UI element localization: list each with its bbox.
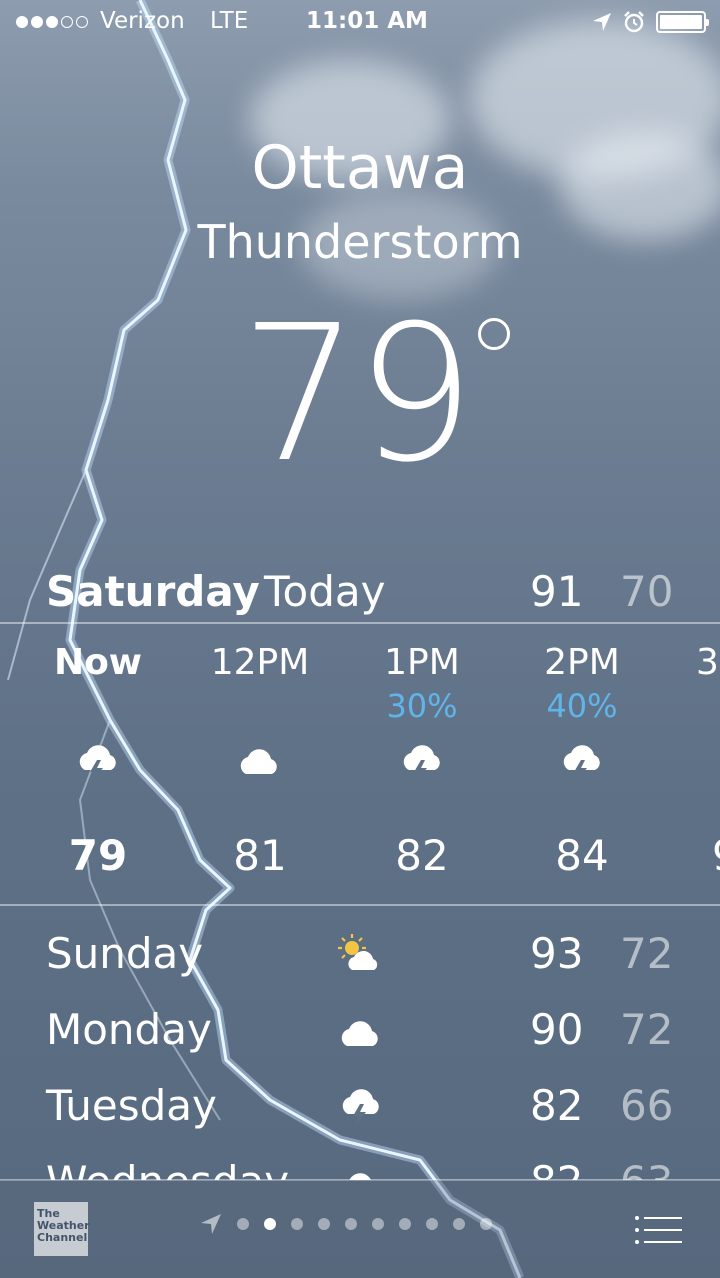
hour-column: Now 79 xyxy=(18,640,178,890)
clock: 11:01 AM xyxy=(306,8,428,34)
page-dot xyxy=(480,1218,492,1230)
daily-day: Tuesday xyxy=(46,1081,217,1130)
daily-low: 72 xyxy=(620,930,674,978)
daily-row: Tuesday 82 66 xyxy=(0,1068,720,1144)
divider xyxy=(0,622,720,624)
hour-label: Now xyxy=(53,642,143,683)
signal-dot xyxy=(61,16,73,28)
today-summary-row[interactable]: Saturday Today 91 70 xyxy=(0,562,720,622)
daily-low: 63 xyxy=(620,1144,673,1180)
page-dot xyxy=(318,1218,330,1230)
daily-high: 93 xyxy=(530,930,584,978)
hour-temp: 81 xyxy=(233,831,287,880)
page-dot xyxy=(453,1218,465,1230)
weather-condition: Thunderstorm xyxy=(197,215,523,269)
signal-dot xyxy=(76,16,88,28)
list-icon[interactable] xyxy=(634,1214,684,1246)
cloud-icon xyxy=(349,1173,371,1180)
today-day-name: Saturday xyxy=(46,567,260,616)
hour-precip: 30% xyxy=(386,687,458,725)
daily-high: 90 xyxy=(530,1005,584,1054)
hour-temp: 79 xyxy=(68,831,128,880)
divider xyxy=(0,904,720,906)
degree-symbol xyxy=(478,318,510,350)
bottom-toolbar: The Weather Channel xyxy=(0,1180,720,1278)
daily-low: 66 xyxy=(620,1081,674,1130)
partly-sunny-icon xyxy=(338,934,378,970)
daily-row: Sunday 93 72 xyxy=(0,930,720,992)
status-bar: Verizon LTE 11:01 AM xyxy=(0,0,720,44)
signal-dot xyxy=(31,16,43,28)
hour-column: 2PM 40% 84 xyxy=(502,640,662,890)
hour-temp: 9 xyxy=(712,830,720,882)
daily-row: Monday 90 72 xyxy=(0,992,720,1068)
daily-day: Monday xyxy=(46,1005,212,1054)
city-name: Ottawa xyxy=(251,133,469,203)
signal-strength-icon xyxy=(16,16,88,28)
cloud-icon xyxy=(240,749,277,774)
page-dot-active xyxy=(264,1218,276,1230)
carrier-name: Verizon xyxy=(100,8,185,34)
daily-day: Wednesday xyxy=(46,1144,289,1180)
hour-column: 3PM 9 xyxy=(664,640,720,890)
hour-label: 1PM xyxy=(384,642,460,683)
signal-dot xyxy=(16,16,28,28)
signal-dot xyxy=(46,16,58,28)
page-dot xyxy=(399,1218,411,1230)
hour-temp: 82 xyxy=(395,831,449,880)
status-icons xyxy=(592,10,709,34)
hour-column: 12PM 81 xyxy=(180,640,340,890)
daily-day: Sunday xyxy=(46,930,204,978)
daily-high: 82 xyxy=(530,1081,584,1130)
today-high: 91 xyxy=(530,567,584,616)
today-low: 70 xyxy=(620,567,674,616)
page-dot xyxy=(426,1218,438,1230)
daily-low: 72 xyxy=(620,1005,674,1054)
page-indicator[interactable] xyxy=(200,1213,492,1235)
daily-forecast[interactable]: Sunday 93 72 Monday 90 72 Tuesday 82 66 … xyxy=(0,930,720,1180)
page-dot xyxy=(291,1218,303,1230)
network-type: LTE xyxy=(210,8,249,34)
hour-precip: 40% xyxy=(546,687,618,725)
location-arrow-icon xyxy=(593,13,611,31)
daily-row: Wednesday 82 63 xyxy=(0,1144,720,1180)
daily-high: 82 xyxy=(530,1144,583,1180)
thunderstorm-icon xyxy=(79,745,116,782)
thunderstorm-icon xyxy=(342,1089,379,1126)
location-arrow-icon xyxy=(201,1214,221,1234)
today-label: Today xyxy=(264,567,386,616)
page-dot xyxy=(345,1218,357,1230)
thunderstorm-icon xyxy=(403,745,440,782)
hour-label: 2PM xyxy=(544,642,620,683)
current-temperature: 79 xyxy=(240,285,475,504)
hour-temp: 84 xyxy=(555,831,609,880)
page-dot xyxy=(237,1218,249,1230)
weather-channel-logo[interactable]: The Weather Channel xyxy=(34,1202,90,1256)
alarm-icon xyxy=(624,11,644,33)
cloud-icon xyxy=(341,1021,378,1046)
hourly-forecast[interactable]: Now 79 12PM 81 1PM 30% 82 2PM 40% 84 3PM… xyxy=(0,640,720,890)
thunderstorm-icon xyxy=(563,745,600,782)
page-dot xyxy=(372,1218,384,1230)
battery-icon xyxy=(656,11,709,33)
hour-column: 1PM 30% 82 xyxy=(342,640,502,890)
hour-label: 3PM xyxy=(696,642,720,683)
hour-label: 12PM xyxy=(210,642,310,683)
